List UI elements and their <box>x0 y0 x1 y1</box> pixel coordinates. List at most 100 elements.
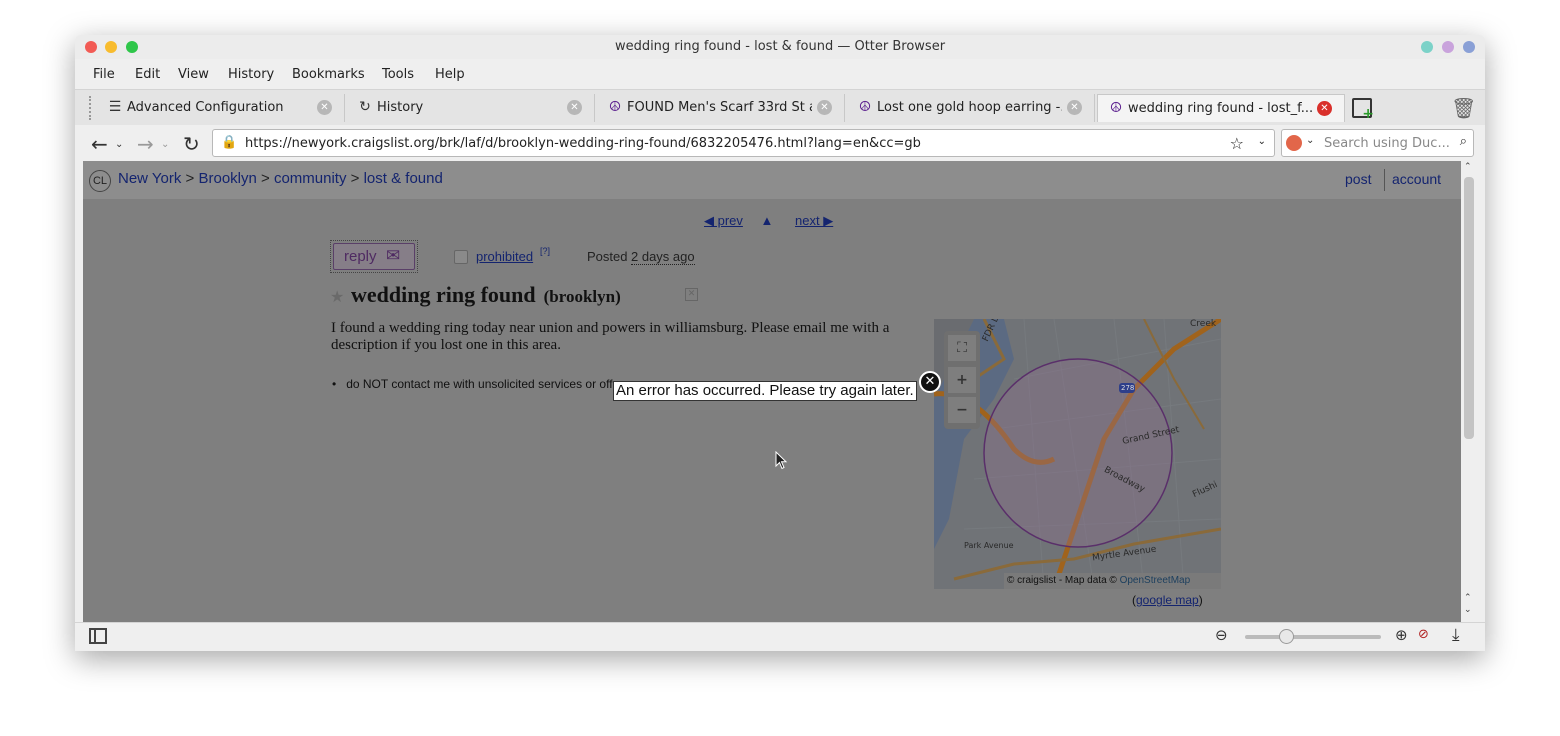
reload-icon[interactable]: ↻ <box>183 132 200 156</box>
up-link[interactable]: ▲ <box>761 213 774 228</box>
map-label-creek: Creek <box>1190 319 1217 329</box>
search-icon[interactable]: ⌕ <box>1460 134 1467 149</box>
url-dropdown-icon[interactable]: ⌄ <box>1258 136 1266 147</box>
favorite-star-icon[interactable]: ★ <box>330 287 344 306</box>
scroll-down-icon[interactable]: ⌄ <box>1464 605 1472 615</box>
downloads-icon[interactable]: ⤓ <box>1452 625 1460 645</box>
forward-icon[interactable]: → <box>137 132 154 156</box>
breadcrumb-lost-found[interactable]: lost & found <box>364 170 443 187</box>
menu-history[interactable]: History <box>228 67 274 82</box>
peace-icon: ☮ <box>858 99 872 115</box>
scroll-up-icon[interactable]: ⌃ <box>1464 593 1472 603</box>
trash-icon[interactable]: 🗑 <box>1451 96 1476 120</box>
back-history-icon[interactable]: ⌄ <box>115 139 123 150</box>
menu-view[interactable]: View <box>178 67 209 82</box>
scroll-up-icon[interactable]: ⌃ <box>1464 162 1472 172</box>
posting-map[interactable]: FDR Drive 278 Grand Street Broadway Flus… <box>934 319 1221 589</box>
back-icon[interactable]: ← <box>91 132 108 156</box>
breadcrumb-new-york[interactable]: New York <box>118 170 181 187</box>
prohibited-checkbox[interactable] <box>454 250 468 264</box>
close-tab-icon[interactable]: ✕ <box>567 100 582 115</box>
tabbar-handle[interactable] <box>89 96 93 120</box>
vertical-scrollbar[interactable]: ⌃ ⌃ ⌄ <box>1461 161 1477 622</box>
zoom-slider-handle[interactable] <box>1279 629 1294 644</box>
tab-found-scarf[interactable]: ☮ FOUND Men's Scarf 33rd St a... ✕ <box>597 94 845 122</box>
posting-title: wedding ring found (brooklyn) <box>351 282 621 308</box>
close-tab-icon[interactable]: ✕ <box>317 100 332 115</box>
close-tab-icon[interactable]: ✕ <box>1317 101 1332 116</box>
zoom-in-icon[interactable]: ⊕ <box>1395 626 1408 644</box>
zoom-out-button[interactable]: − <box>948 397 976 423</box>
search-box[interactable]: ⌄ Search using Duc... ⌕ <box>1281 129 1474 157</box>
navigation-bar: ← ⌄ → ⌄ ↻ 🔒 https://newyork.craigslist.o… <box>75 125 1485 161</box>
prohibited-link[interactable]: prohibited <box>476 249 533 264</box>
next-link[interactable]: next ▶ <box>795 213 833 228</box>
menu-file[interactable]: File <box>93 67 115 82</box>
sliders-icon: ☰ <box>108 99 122 115</box>
google-map-link[interactable]: google map <box>1136 593 1199 607</box>
map-label-park: Park Avenue <box>964 541 1014 550</box>
tab-wedding-ring[interactable]: ☮ wedding ring found - lost_f... ✕ <box>1097 94 1345 122</box>
breadcrumb-brooklyn[interactable]: Brooklyn <box>198 170 256 187</box>
url-text[interactable]: https://newyork.craigslist.org/brk/laf/d… <box>245 136 921 151</box>
zoom-slider-track[interactable] <box>1245 635 1381 639</box>
duckduckgo-icon[interactable] <box>1286 135 1302 151</box>
header-divider <box>1384 169 1385 191</box>
reply-button[interactable]: reply ✉ <box>333 243 415 270</box>
close-tab-icon[interactable]: ✕ <box>1067 100 1082 115</box>
forward-history-icon[interactable]: ⌄ <box>161 139 169 150</box>
zoom-in-button[interactable]: + <box>948 367 976 393</box>
posted-label: Posted <box>587 249 628 264</box>
peace-icon: ☮ <box>1109 100 1123 116</box>
maximize-window-button[interactable] <box>126 41 138 53</box>
prev-link[interactable]: ◀ prev <box>704 213 743 228</box>
menu-help[interactable]: Help <box>435 67 465 82</box>
status-bar: ⊖ ⊕ ⊘ ⤓ <box>75 622 1485 651</box>
map-attribution: © craigslist - Map data © OpenStreetMap <box>1004 573 1221 589</box>
account-link[interactable]: account <box>1392 171 1441 187</box>
address-bar[interactable]: 🔒 https://newyork.craigslist.org/brk/laf… <box>212 129 1275 157</box>
prohibited-help-link[interactable]: [?] <box>540 246 550 256</box>
globe-icon[interactable] <box>1463 41 1475 53</box>
notice-text: do NOT contact me with unsolicited servi… <box>346 377 630 391</box>
minimize-window-button[interactable] <box>105 41 117 53</box>
search-input[interactable]: Search using Duc... <box>1324 136 1450 151</box>
cookies-icon[interactable]: ⊘ <box>1418 627 1429 642</box>
reply-button-frame: reply ✉ <box>330 240 418 273</box>
post-link[interactable]: post <box>1345 171 1371 187</box>
craigslist-logo[interactable]: CL <box>89 170 111 192</box>
peace-icon: ☮ <box>608 99 622 115</box>
window-title: wedding ring found - lost & found — Otte… <box>614 39 946 54</box>
menu-tools[interactable]: Tools <box>382 67 414 82</box>
openstreetmap-link[interactable]: OpenStreetMap <box>1120 575 1191 586</box>
posting-location: (brooklyn) <box>543 287 621 306</box>
tab-advanced-configuration[interactable]: ☰ Advanced Configuration ✕ <box>97 94 345 122</box>
shade-button[interactable] <box>1442 41 1454 53</box>
new-tab-icon[interactable]: + <box>1352 98 1374 122</box>
breadcrumb: New York > Brooklyn > community > lost &… <box>118 170 443 187</box>
lock-icon: 🔒 <box>221 135 238 150</box>
tab-lost-earring[interactable]: ☮ Lost one gold hoop earring -... ✕ <box>847 94 1095 122</box>
envelope-icon: ✉ <box>386 246 401 265</box>
title-bar: wedding ring found - lost & found — Otte… <box>75 35 1485 59</box>
breadcrumb-community[interactable]: community <box>274 170 347 187</box>
menu-edit[interactable]: Edit <box>135 67 160 82</box>
search-engine-dropdown-icon[interactable]: ⌄ <box>1306 135 1314 146</box>
close-window-button[interactable] <box>85 41 97 53</box>
notice-list-item: • do NOT contact me with unsolicited serv… <box>332 377 630 391</box>
sidebar-toggle-icon[interactable] <box>89 628 107 644</box>
hide-posting-icon[interactable]: ✕ <box>685 288 698 301</box>
fullscreen-icon[interactable]: ⛶ <box>948 335 976 361</box>
error-close-button[interactable]: ✕ <box>919 371 941 393</box>
mouse-cursor-icon <box>775 451 788 470</box>
scrollbar-thumb[interactable] <box>1464 177 1474 439</box>
menu-bookmarks[interactable]: Bookmarks <box>292 67 365 82</box>
google-map-link-wrap: (google map) <box>1132 593 1203 607</box>
tab-history[interactable]: ↻ History ✕ <box>347 94 595 122</box>
close-tab-icon[interactable]: ✕ <box>817 100 832 115</box>
posting-title-text: wedding ring found <box>351 282 536 307</box>
tab-bar: ☰ Advanced Configuration ✕ ↻ History ✕ ☮… <box>75 89 1485 125</box>
zoom-out-icon[interactable]: ⊖ <box>1215 626 1228 644</box>
sticky-button[interactable] <box>1421 41 1433 53</box>
bookmark-star-icon[interactable]: ☆ <box>1230 134 1244 153</box>
